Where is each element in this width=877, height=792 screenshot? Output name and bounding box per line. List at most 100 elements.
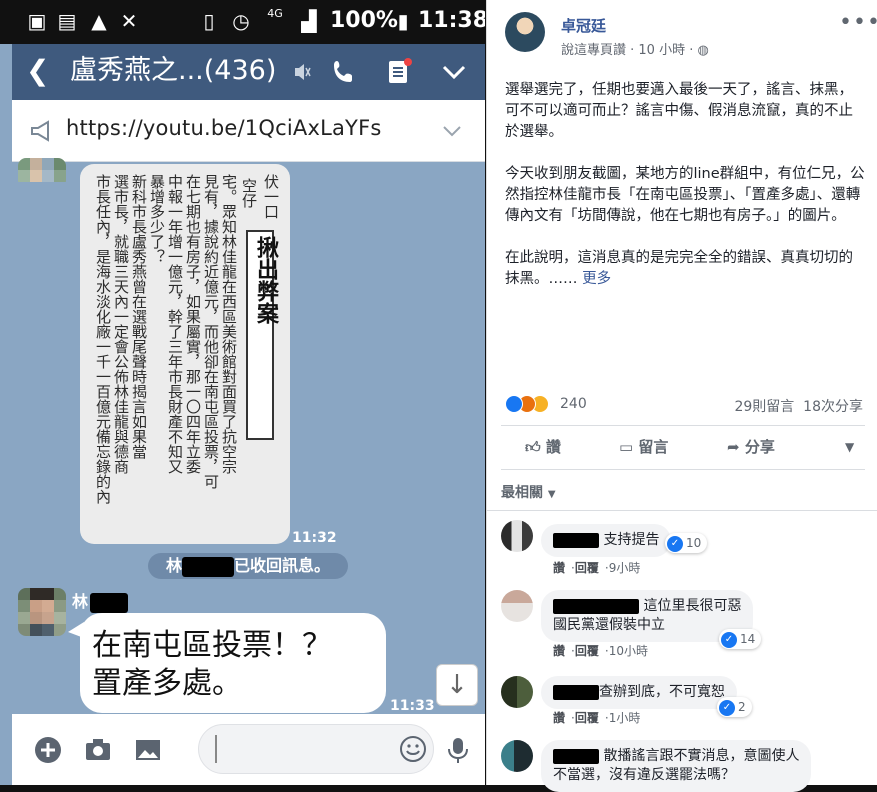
reactions-bar: 240 29則留言 18次分享 xyxy=(505,394,867,416)
share-button[interactable]: ➦ 分享 xyxy=(727,436,775,457)
chevron-down-icon: ▼ xyxy=(547,489,556,500)
comment-like-link[interactable]: 讚 xyxy=(553,561,565,575)
comment-actions: 讚 ·回覆 ·9小時 xyxy=(553,561,641,575)
comment-time: 1小時 xyxy=(608,711,641,725)
image-icon[interactable] xyxy=(134,736,162,764)
audience-dropdown-icon[interactable]: ▼ xyxy=(845,440,854,454)
sender-name: 林 xyxy=(72,588,129,613)
like-icon: ✓ xyxy=(719,699,735,716)
shares-count[interactable]: 18次分享 xyxy=(803,399,863,415)
notes-icon[interactable] xyxy=(384,58,412,86)
chat-title[interactable]: 盧秀燕之...(436) xyxy=(70,56,276,86)
vibrate-icon: ▯ xyxy=(203,9,215,33)
redacted-name xyxy=(553,598,639,614)
more-options-icon[interactable]: ••• xyxy=(839,10,877,35)
post-paragraph: 今天收到朋友截圖，某地方的line群組中，有位仁兄，公然指控林佳龍市長「在南屯區… xyxy=(505,166,865,224)
network-icon: 4G xyxy=(267,7,283,20)
divider xyxy=(487,510,877,511)
sender-avatar[interactable] xyxy=(18,588,66,636)
avatar xyxy=(18,158,66,188)
battery-icon: ▮ xyxy=(397,9,409,33)
post-paragraph: 在此說明，這消息真的是完完全全的錯誤、真真切切的抹黑。…… 更多 xyxy=(505,250,853,287)
message-time: 11:33 xyxy=(390,698,435,714)
comment-sort[interactable]: 最相關 ▼ xyxy=(501,482,556,502)
image-icon: ▣ xyxy=(27,9,47,33)
news-column: 在七期也有房子，如果屬實，那一〇四年立委 xyxy=(184,174,202,474)
message-input[interactable] xyxy=(198,724,434,774)
emoji-icon[interactable] xyxy=(399,735,427,763)
chevron-down-icon[interactable] xyxy=(440,58,468,86)
comment-time: 10小時 xyxy=(608,644,648,658)
comment-like-count[interactable]: ✓ 2 xyxy=(717,697,752,717)
missed-call-icon: ✕ xyxy=(120,9,138,33)
news-clipping-image[interactable]: 伏一口 空仔 宅。眾知林佳龍在西區美術館對面買了抗空宗 見有，據說約近億元，而他… xyxy=(80,164,290,544)
mute-icon xyxy=(295,64,311,80)
commenter-avatar[interactable] xyxy=(501,740,533,772)
news-column: 伏一口 xyxy=(262,174,280,219)
share-icon: ➦ xyxy=(727,438,740,456)
scroll-down-button[interactable]: ↓ xyxy=(436,664,478,706)
message-time: 11:32 xyxy=(292,530,337,546)
comment-button[interactable]: ▭ 留言 xyxy=(619,436,668,457)
comment-like-link[interactable]: 讚 xyxy=(553,644,565,658)
comment-icon: ▭ xyxy=(619,438,634,456)
divider xyxy=(501,469,865,470)
redacted-name xyxy=(553,532,599,548)
input-bar xyxy=(12,714,485,785)
comment-like-link[interactable]: 讚 xyxy=(553,711,565,725)
plus-icon[interactable] xyxy=(34,736,62,764)
comment-reply-link[interactable]: 回覆 xyxy=(575,561,599,575)
announcement-link[interactable]: https://youtu.be/1QciAxLaYFs xyxy=(66,116,381,140)
divider xyxy=(501,425,865,426)
comments-count[interactable]: 29則留言 xyxy=(734,399,794,415)
microphone-icon[interactable] xyxy=(444,736,472,764)
redacted-name xyxy=(553,684,599,700)
news-column: 暴增多少了？ xyxy=(148,174,166,264)
author-name[interactable]: 卓冠廷 xyxy=(561,15,606,36)
news-headline: 揪出弊案 xyxy=(253,236,279,324)
redaction xyxy=(90,592,129,613)
back-arrow-icon[interactable]: ❮ xyxy=(26,56,49,86)
news-column: 見有，據說約近億元，而他卻在南屯區投票，可 xyxy=(202,174,220,489)
comment-actions: 讚 ·回覆 ·1小時 xyxy=(553,711,641,725)
commenter-avatar[interactable] xyxy=(501,676,533,708)
post-meta: 說這專頁讚 · 10 小時 · ◍ xyxy=(561,43,709,58)
comment-reply-link[interactable]: 回覆 xyxy=(575,644,599,658)
message-text: 在南屯區投票！？ 置產多處。 xyxy=(92,628,332,701)
recall-suffix: 已收回訊息。 xyxy=(234,556,331,575)
recall-notice: 林 已收回訊息。 xyxy=(148,553,348,579)
news-column: 新科市長盧秀燕曾在選戰尾聲時揭言如果當 xyxy=(130,174,148,459)
post-body: 選舉選完了，任期也要邁入最後一天了，謠言、抹黑，可不可以適可而止？謠言中傷、假消… xyxy=(505,80,865,311)
like-button[interactable]: 👍︎ 讚 xyxy=(525,436,561,457)
text-cursor xyxy=(215,735,217,763)
chevron-down-icon[interactable] xyxy=(442,124,462,138)
post-paragraph: 選舉選完了，任期也要邁入最後一天了，謠言、抹黑，可不可以適可而止？謠言中傷、假消… xyxy=(505,82,853,140)
camera-icon[interactable] xyxy=(84,736,112,764)
commenter-avatar[interactable] xyxy=(501,520,533,552)
comment-like-count[interactable]: ✓ 14 xyxy=(719,629,762,649)
battery-percent: 100% xyxy=(330,8,398,33)
status-bar: ▣ ▤ ▲ ✕ ▯ ◷ 4G ▟ 100% ▮ 11:38 xyxy=(0,0,485,44)
news-column: 空仔 xyxy=(240,178,258,208)
globe-icon: ◍ xyxy=(697,43,709,58)
comment-bubble: 支持提告 xyxy=(541,524,672,557)
megaphone-icon xyxy=(31,120,49,142)
announcement-bar[interactable]: https://youtu.be/1QciAxLaYFs xyxy=(12,100,485,162)
commenter-avatar[interactable] xyxy=(501,590,533,622)
reactions-count[interactable]: 240 xyxy=(560,396,587,412)
comment-bubble: 查辦到底，不可寬恕 xyxy=(541,676,737,709)
facebook-post: 卓冠廷 說這專頁讚 · 10 小時 · ◍ ••• 選舉選完了，任期也要邁入最後… xyxy=(486,0,877,792)
like-icon: ✓ xyxy=(721,631,737,648)
author-avatar[interactable] xyxy=(505,12,545,52)
news-column: 選市長，就職三天內一定會公佈林佳龍與德商 xyxy=(112,174,130,474)
comment-reply-link[interactable]: 回覆 xyxy=(575,711,599,725)
like-reaction-icon[interactable] xyxy=(505,395,523,413)
redaction xyxy=(182,556,234,577)
signal-icon: ▟ xyxy=(301,9,317,33)
message-bubble[interactable]: 在南屯區投票！？ 置產多處。 xyxy=(80,613,386,713)
sd-icon: ▤ xyxy=(57,9,77,33)
comment-bubble: 散播謠言跟不實消息，意圖使人 不當選，沒有違反選罷法嗎？ xyxy=(541,740,812,792)
see-more-link[interactable]: 更多 xyxy=(582,271,611,287)
call-icon[interactable] xyxy=(330,58,358,86)
comment-like-count[interactable]: ✓ 10 xyxy=(665,533,708,553)
